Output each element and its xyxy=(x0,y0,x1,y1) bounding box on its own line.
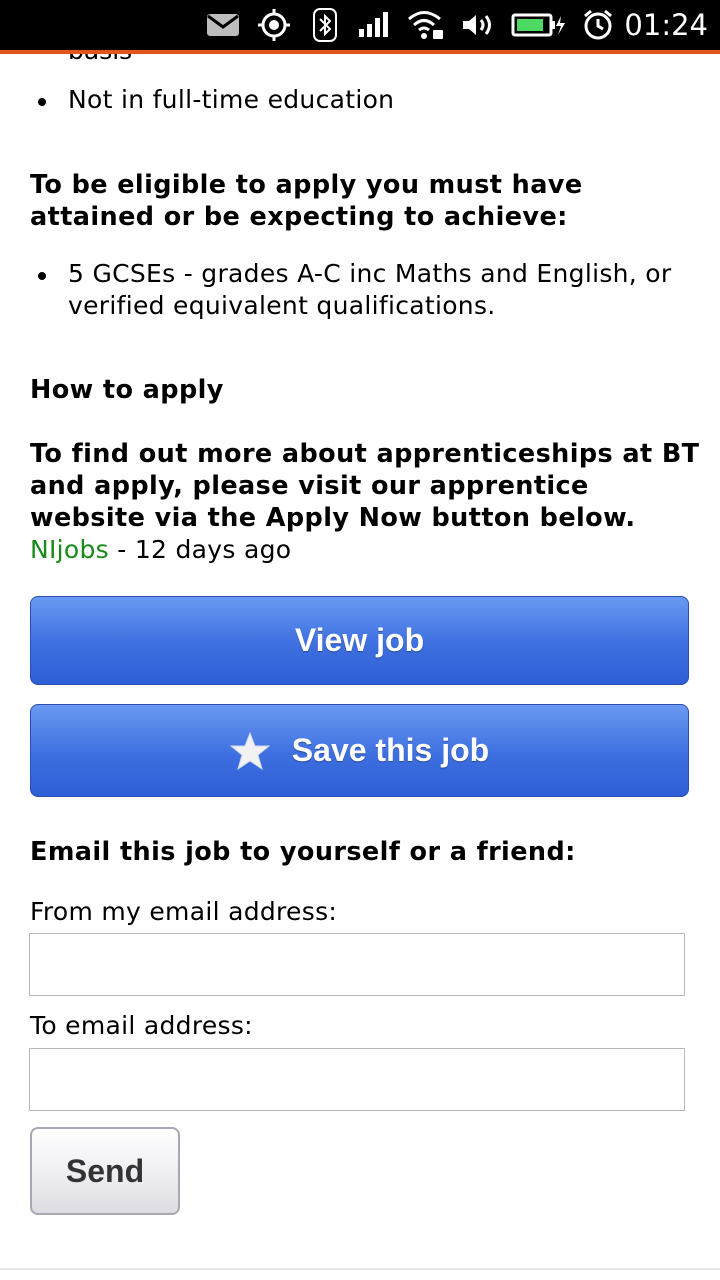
posted-age: 12 days ago xyxy=(134,535,292,564)
eligibility-heading: To be eligible to apply you must have at… xyxy=(30,170,583,232)
mail-icon xyxy=(205,0,241,50)
status-time: 01:24 xyxy=(624,8,708,42)
divider xyxy=(0,1268,720,1270)
view-job-label: View job xyxy=(294,622,425,658)
send-button[interactable]: Send xyxy=(30,1127,180,1215)
battery-charging-icon xyxy=(510,0,568,50)
email-form-heading: Email this job to yourself or a friend: xyxy=(30,837,576,867)
send-label: Send xyxy=(65,1152,145,1189)
to-email-field[interactable] xyxy=(29,1048,685,1111)
source-line: NIjobs - 12 days ago xyxy=(30,534,291,566)
star-icon xyxy=(229,731,270,770)
qualifications-list: 5 GCSEs - grades A-C inc Maths and Engli… xyxy=(0,258,700,322)
to-email-label: To email address: xyxy=(30,1011,253,1040)
apply-text: To find out more about apprenticeships a… xyxy=(30,439,700,533)
volume-icon xyxy=(458,0,498,50)
save-job-label: Save this job xyxy=(291,732,490,768)
list-item: 5 GCSEs - grades A-C inc Maths and Engli… xyxy=(0,258,700,322)
signal-icon xyxy=(356,0,392,50)
cut-off-text: basis xyxy=(68,54,132,66)
location-icon xyxy=(256,0,292,50)
list-item: Not in full-time education xyxy=(0,84,700,116)
job-details: basis Not in full-time education To be e… xyxy=(0,54,720,1280)
status-bar: 01:24 xyxy=(0,0,720,54)
from-email-label: From my email address: xyxy=(30,897,338,926)
wifi-icon xyxy=(405,0,447,50)
bluetooth-icon xyxy=(312,0,338,50)
how-to-apply-heading: How to apply xyxy=(30,375,224,405)
requirements-list: Not in full-time education xyxy=(0,84,700,116)
source-separator: - xyxy=(109,535,135,564)
source-link[interactable]: NIjobs xyxy=(30,535,109,564)
save-job-button[interactable]: Save this job xyxy=(30,704,689,797)
alarm-icon xyxy=(580,0,616,50)
view-job-button[interactable]: View job xyxy=(30,596,689,685)
from-email-field[interactable] xyxy=(29,933,685,996)
